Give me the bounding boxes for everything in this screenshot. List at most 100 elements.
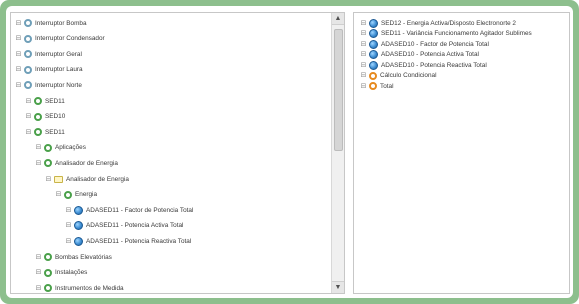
gauge-icon (369, 29, 378, 38)
expand-toggle-icon[interactable]: ⊟ (360, 41, 367, 48)
tree-node-label: Analisador de Energia (66, 175, 129, 183)
expand-toggle-icon[interactable]: ⊟ (65, 238, 72, 245)
tree-node-label: Aplicações (55, 144, 86, 152)
ring-orange-icon (369, 82, 377, 90)
tree-node[interactable]: ⊟ ADASED11 - Potencia Activa Total (65, 220, 183, 232)
expand-toggle-icon[interactable]: ⊟ (45, 176, 52, 183)
expand-toggle-icon[interactable]: ⊟ (35, 144, 42, 151)
tree-node-label: Interruptor Norte (35, 81, 82, 89)
expand-toggle-icon[interactable]: ⊟ (15, 82, 22, 89)
tree-node-label: ADASED10 - Factor de Potencia Total (381, 40, 489, 48)
expand-toggle-icon[interactable]: ⊟ (360, 72, 367, 79)
tree-node[interactable]: ⊟ ADASED11 - Potencia Reactiva Total (65, 235, 191, 247)
ring-green-icon (34, 97, 42, 105)
expand-toggle-icon[interactable]: ⊟ (15, 66, 22, 73)
expand-toggle-icon[interactable]: ⊟ (65, 207, 72, 214)
tree-node[interactable]: ⊟ Energia (55, 189, 97, 201)
tree-node[interactable]: ⊟ Instrumentos de Medida (35, 282, 124, 293)
tree-node-label: ADASED10 - Potencia Activa Total (381, 51, 479, 58)
tree-node[interactable]: ⊟ Aplicações (35, 142, 86, 154)
tree-node-label: Interruptor Condensador (35, 35, 105, 43)
left-scrollbar[interactable]: ▲ ▼ (331, 13, 344, 293)
tree-node[interactable]: ⊟ Interruptor Condensador (15, 33, 105, 45)
ring-gray-icon (24, 34, 32, 43)
tree-node-label: Cálculo Condicional (380, 72, 437, 79)
tree-node-label: Bombas Elevatórias (55, 253, 112, 261)
tree-node-label: Interruptor Geral (35, 50, 82, 58)
tree-node-label: SED12 - Energia Activa/Disposto Electron… (381, 19, 516, 27)
ring-green-icon (44, 143, 52, 152)
tree-node[interactable]: ⊟ Interruptor Geral (15, 48, 82, 60)
tree-node-label: SED10 (45, 113, 66, 121)
expand-toggle-icon[interactable]: ⊟ (35, 285, 42, 292)
tree-node-label: Analisador de Energia (55, 159, 118, 167)
expand-toggle-icon[interactable]: ⊟ (55, 191, 62, 198)
tree-node-label: Total (380, 82, 394, 90)
expand-toggle-icon[interactable]: ⊟ (360, 30, 367, 37)
tree-node[interactable]: ⊟ Bombas Elevatórias (35, 251, 112, 263)
expand-toggle-icon[interactable]: ⊟ (15, 35, 22, 42)
expand-toggle-icon[interactable]: ⊟ (360, 51, 367, 58)
expand-toggle-icon[interactable]: ⊟ (360, 83, 367, 90)
tree-node-label: Instrumentos de Medida (55, 284, 124, 292)
content-area: ⊟ Interruptor Bomba ⊟ Interruptor Condensad… (6, 6, 573, 298)
ring-green-icon (34, 128, 42, 137)
tree-node[interactable]: ⊟ Interruptor Laura (15, 64, 83, 76)
expand-toggle-icon[interactable]: ⊟ (25, 113, 32, 120)
tree-node[interactable]: ⊟ SED11 (25, 95, 65, 107)
tree-node-label: SED11 (45, 128, 65, 136)
tree-node-label: SED11 - Variância Funcionamento Agitador… (381, 30, 532, 37)
expand-toggle-icon[interactable]: ⊟ (360, 20, 367, 27)
gauge-icon (74, 205, 83, 215)
ring-green-icon (44, 284, 52, 293)
window-frame: ⊟ Interruptor Bomba ⊟ Interruptor Condensad… (0, 0, 579, 304)
expand-toggle-icon[interactable]: ⊟ (65, 222, 72, 229)
ring-green-icon (44, 253, 52, 261)
tree-node[interactable]: ⊟ Analisador de Energia (45, 173, 129, 185)
tree-node[interactable]: ⊟ SED11 (25, 126, 65, 138)
gauge-icon (369, 50, 378, 59)
tree-node[interactable]: ⊟ Interruptor Bomba (15, 17, 87, 29)
ring-gray-icon (24, 50, 32, 59)
ring-green-icon (64, 190, 72, 199)
scroll-thumb[interactable] (334, 29, 343, 151)
tree-node-label: SED11 (45, 97, 65, 105)
tree-node-label: ADASED10 - Potencia Reactiva Total (381, 61, 487, 69)
tree-node[interactable]: ⊟ ADASED11 - Factor de Potencia Total (65, 204, 193, 216)
tree-node[interactable]: ⊟ Instalações (35, 267, 87, 279)
tree-node[interactable]: ⊟ Interruptor Norte (15, 79, 82, 91)
tree-node[interactable]: ⊟ Total (360, 80, 394, 92)
expand-toggle-icon[interactable]: ⊟ (15, 51, 22, 58)
ring-green-icon (34, 112, 42, 121)
expand-toggle-icon[interactable]: ⊟ (25, 129, 32, 136)
gauge-icon (74, 221, 83, 231)
left-tree-pane: ⊟ Interruptor Bomba ⊟ Interruptor Condensad… (10, 12, 345, 294)
gauge-icon (369, 18, 378, 28)
tree-node-label: ADASED11 - Potencia Reactiva Total (86, 237, 192, 245)
right-tree-pane: ⊟ SED12 - Energia Activa/Disposto Electro… (353, 12, 570, 294)
tree-node[interactable]: ⊟ Analisador de Energia (35, 157, 118, 169)
expand-toggle-icon[interactable]: ⊟ (35, 160, 42, 167)
tree-node[interactable]: ⊟ SED10 (25, 111, 65, 123)
expand-toggle-icon[interactable]: ⊟ (15, 20, 22, 27)
tree-node-label: Interruptor Bomba (35, 19, 87, 27)
gauge-icon (369, 39, 378, 49)
expand-toggle-icon[interactable]: ⊟ (25, 98, 32, 105)
tree-node-label: ADASED11 - Factor de Potencia Total (86, 206, 194, 214)
ring-gray-icon (24, 81, 32, 90)
scroll-up-icon[interactable]: ▲ (332, 13, 344, 25)
folder-icon (54, 175, 63, 183)
scroll-down-icon[interactable]: ▼ (332, 281, 344, 293)
gauge-icon (74, 236, 83, 246)
expand-toggle-icon[interactable]: ⊟ (35, 254, 42, 261)
ring-green-icon (44, 268, 52, 277)
expand-toggle-icon[interactable]: ⊟ (360, 62, 367, 69)
tree-node-label: Energia (75, 191, 98, 199)
expand-toggle-icon[interactable]: ⊟ (35, 269, 42, 276)
ring-gray-icon (24, 65, 32, 74)
tree-node-label: ADASED11 - Potencia Activa Total (86, 222, 184, 230)
gauge-icon (369, 60, 378, 70)
ring-gray-icon (24, 19, 32, 27)
tree-node-label: Instalações (55, 269, 88, 277)
ring-orange-icon (369, 71, 377, 80)
